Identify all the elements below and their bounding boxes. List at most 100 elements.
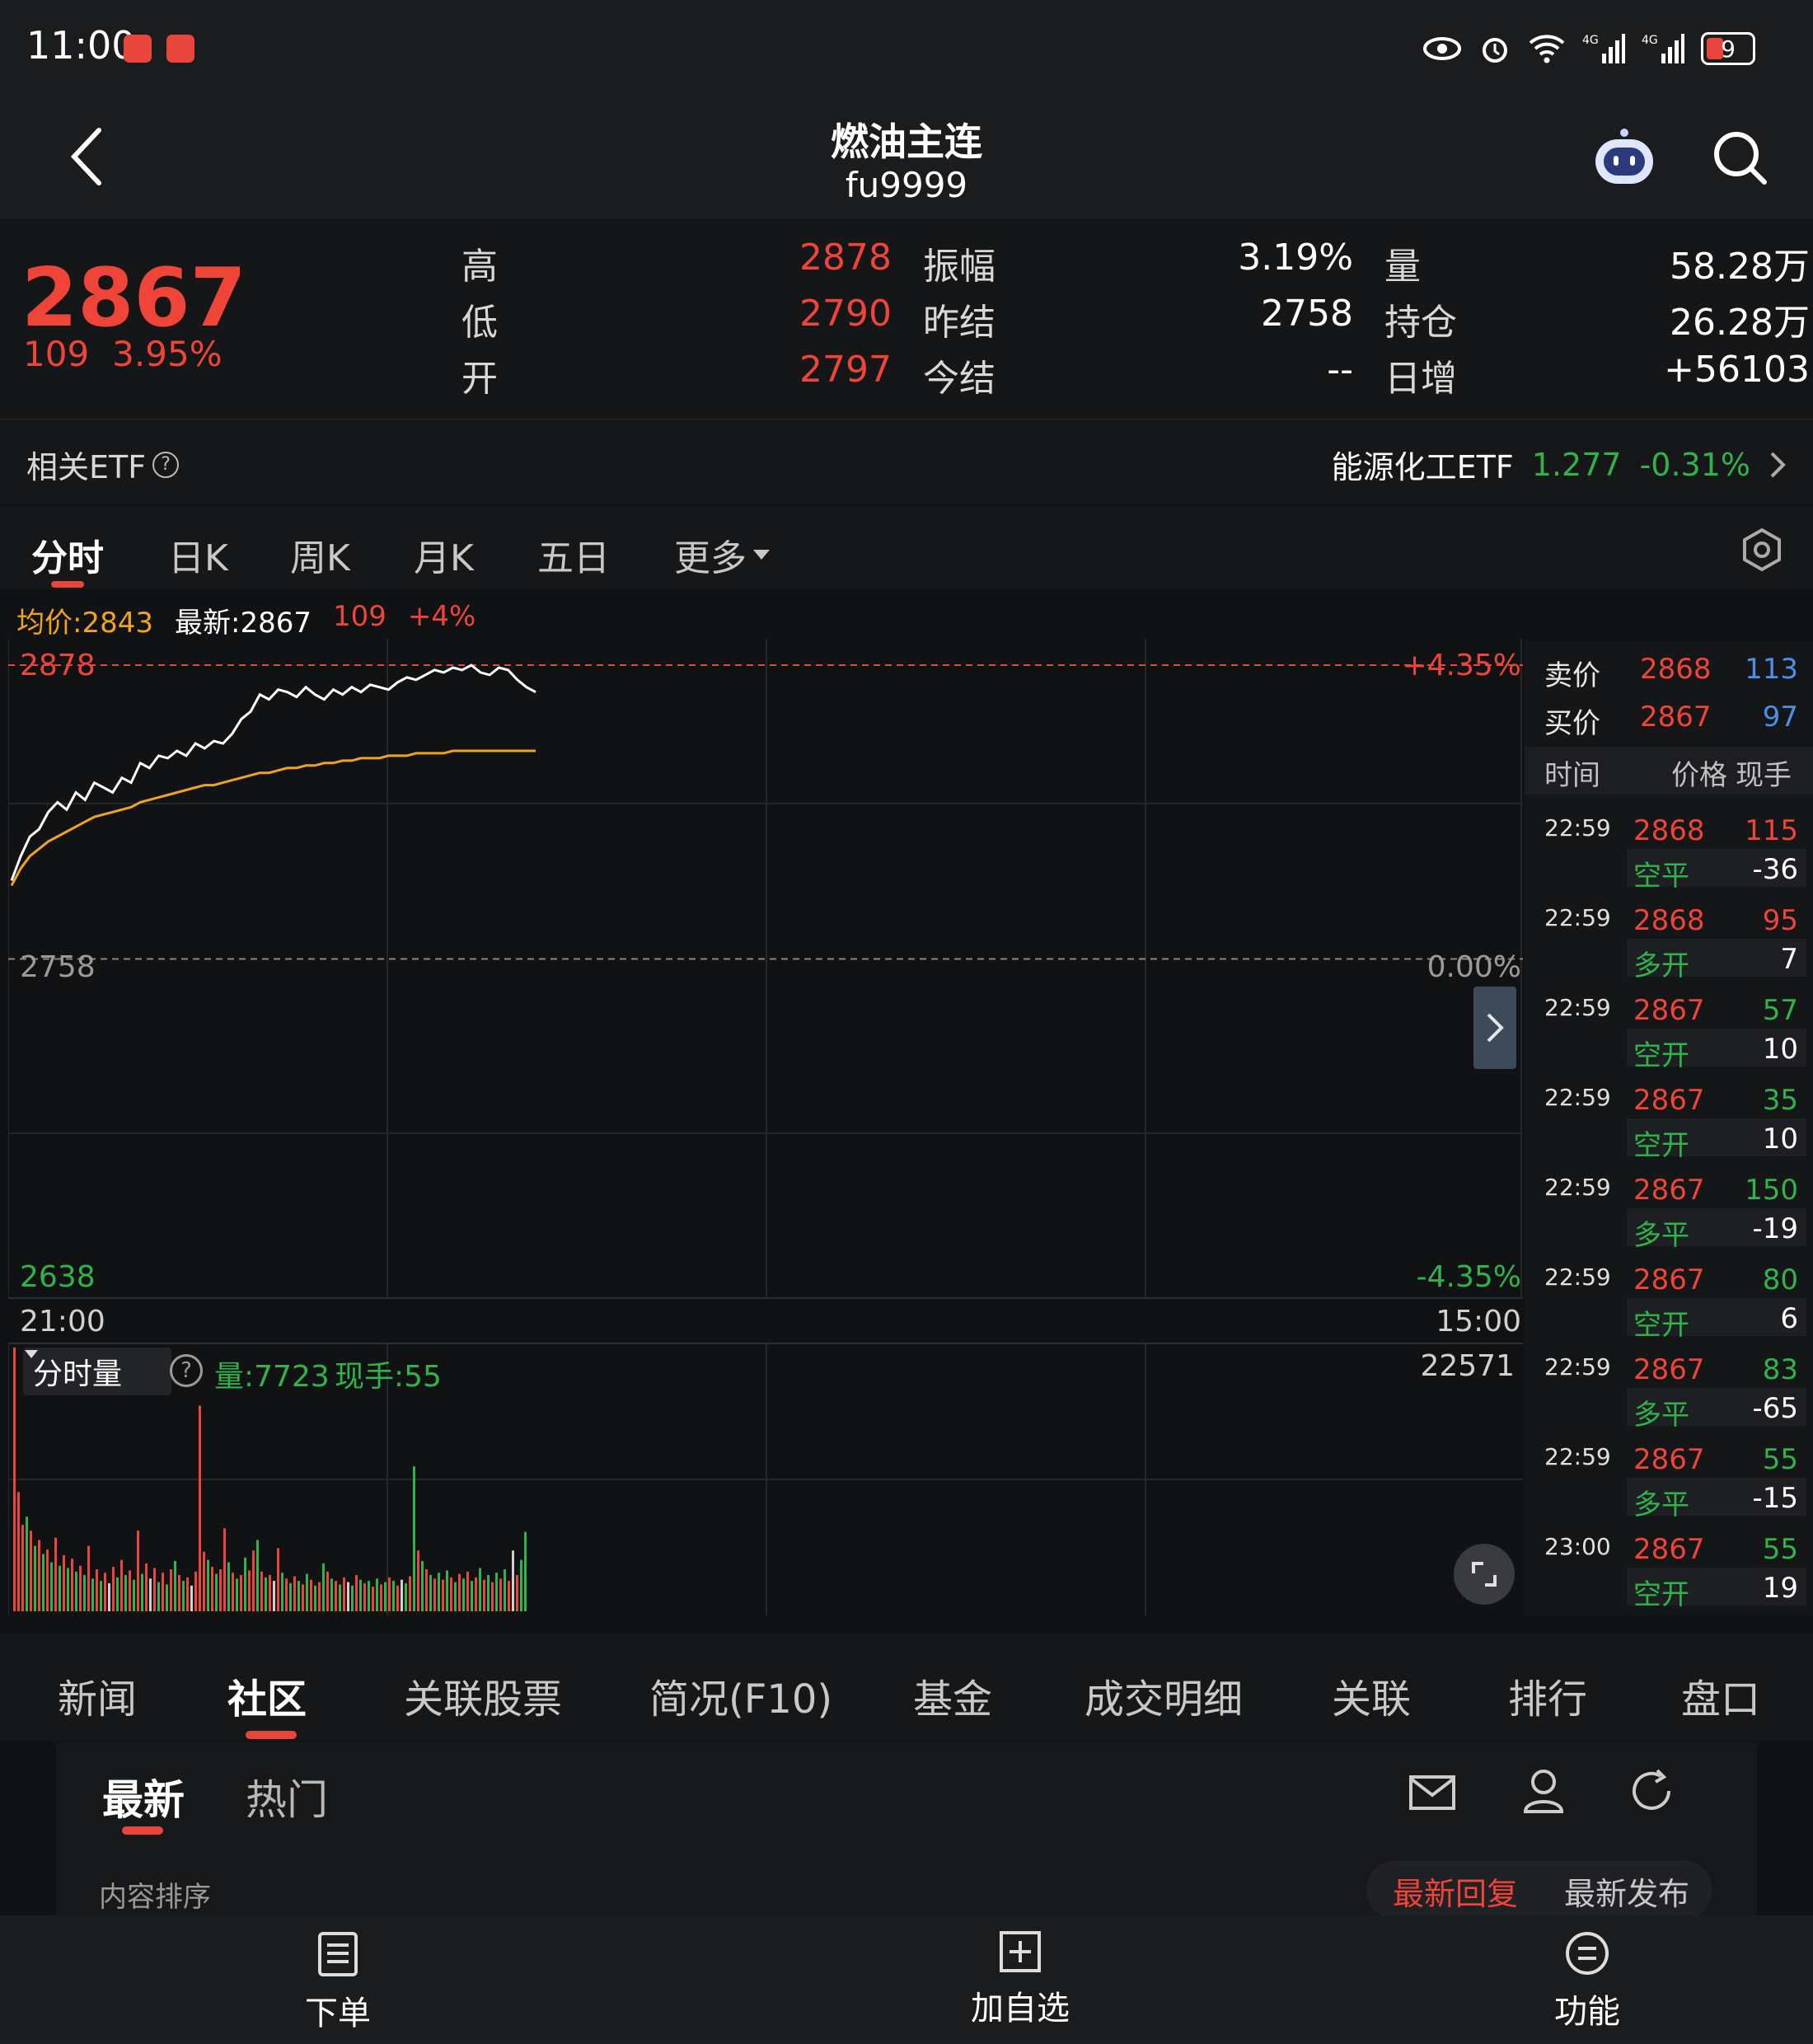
trade-type: 空平 (1633, 860, 1689, 893)
tab-daily-k[interactable]: 日K (168, 528, 228, 581)
tab-news[interactable]: 新闻 (58, 1667, 137, 1724)
trade-time: 22:59 (1544, 1443, 1611, 1470)
volume-bar (421, 1561, 424, 1611)
daily-increase-label: 日增 (1384, 358, 1457, 400)
trade-price: 2867 (1633, 1084, 1705, 1117)
tab-ranking[interactable]: 排行 (1508, 1667, 1587, 1724)
volume-bar (293, 1576, 296, 1611)
volume-bar (277, 1548, 279, 1611)
svg-text:4G: 4G (1582, 34, 1599, 47)
search-icon[interactable] (1710, 128, 1769, 187)
open-value: 2797 (799, 349, 892, 391)
function-button[interactable]: 功能 (1513, 1930, 1661, 2032)
trade-time: 22:59 (1544, 1084, 1611, 1111)
volume-bar (289, 1583, 292, 1611)
subtab-latest[interactable]: 最新 (102, 1767, 185, 1826)
volume-bar (269, 1575, 271, 1611)
volume-bar (446, 1570, 448, 1611)
volume-bar (244, 1557, 246, 1611)
tab-intraday[interactable]: 分时 (31, 528, 104, 581)
chevron-right-icon (1487, 1013, 1504, 1043)
sort-latest-reply[interactable]: 最新回复 (1393, 1868, 1518, 1914)
volume-bar (178, 1575, 180, 1611)
ai-assistant-icon[interactable] (1590, 128, 1658, 187)
trade-type: 多平 (1633, 1219, 1689, 1252)
refresh-icon[interactable] (1626, 1765, 1677, 1817)
volume-selector[interactable]: 分时量 (23, 1348, 171, 1395)
mail-icon[interactable] (1408, 1767, 1457, 1817)
tab-fund[interactable]: 基金 (913, 1667, 992, 1724)
trade-time: 22:59 (1544, 1174, 1611, 1201)
volume-bar (186, 1577, 189, 1611)
header: 燃油主连 fu9999 (0, 99, 1813, 218)
etf-name: 能源化工ETF (1331, 449, 1514, 485)
tab-profile[interactable]: 简况(F10) (649, 1667, 832, 1724)
chart-info: 均价:2843 最新:2867 109 +4% (16, 600, 476, 640)
help-icon[interactable]: ? (170, 1354, 203, 1387)
trade-delta: 10 (1762, 1033, 1798, 1066)
volume-bar (50, 1562, 53, 1611)
tab-monthly-k[interactable]: 月K (414, 528, 474, 581)
high-label: 高 (461, 246, 498, 288)
subtab-hot[interactable]: 热门 (246, 1767, 328, 1826)
volume-bar (520, 1559, 522, 1611)
volume-hand: 现手:55 (335, 1360, 442, 1394)
volume-bar (380, 1584, 382, 1611)
high-value: 2878 (799, 237, 892, 279)
trade-type: 多平 (1633, 1488, 1689, 1521)
volume-bar (450, 1577, 452, 1611)
trade-delta: 7 (1780, 943, 1798, 976)
volume-bar (384, 1582, 386, 1611)
order-label: 下单 (305, 1995, 371, 2032)
volume-bar (417, 1550, 419, 1611)
tab-order-book[interactable]: 盘口 (1681, 1667, 1760, 1724)
intraday-chart[interactable]: 2878 2758 2638 +4.35% 0.00% -4.35% 21:00… (8, 639, 1523, 1615)
change-value: 109 (23, 334, 90, 374)
settings-icon[interactable] (1739, 527, 1785, 573)
order-button[interactable]: 下单 (264, 1930, 412, 2034)
volume-bar (149, 1578, 152, 1611)
add-watchlist-button[interactable]: 加自选 (946, 1930, 1094, 2029)
trade-type: 空开 (1633, 1309, 1689, 1342)
volume-selector-label: 分时量 (33, 1357, 123, 1391)
trade-delta: -15 (1752, 1482, 1798, 1515)
trade-price: 2867 (1633, 1443, 1705, 1476)
trade-delta: 6 (1780, 1302, 1798, 1335)
volume-bar (524, 1531, 527, 1611)
trade-row: 22:59 2868 95 多开 7 (1534, 896, 1806, 986)
info-tabs: 新闻 社区 关联股票 简况(F10) 基金 成交明细 关联 排行 盘口 (0, 1634, 1813, 1741)
trade-price: 2867 (1633, 1174, 1705, 1207)
back-icon[interactable] (59, 124, 117, 190)
user-icon[interactable] (1519, 1765, 1568, 1815)
tab-weekly-k[interactable]: 周K (290, 528, 350, 581)
tab-related[interactable]: 关联 (1332, 1667, 1411, 1724)
fullscreen-button[interactable] (1454, 1544, 1515, 1605)
etf-quote[interactable]: 能源化工ETF 1.277 -0.31% (1332, 442, 1788, 487)
tab-trade-detail[interactable]: 成交明细 (1085, 1667, 1243, 1724)
trade-price: 2867 (1633, 994, 1705, 1027)
trade-hand: 115 (1745, 814, 1798, 847)
tab-related-stocks[interactable]: 关联股票 (404, 1667, 562, 1724)
price-change: 109 3.95% (23, 334, 223, 374)
tab-more-label: 更多 (674, 537, 747, 579)
bid-price: 2867 (1640, 701, 1712, 734)
expand-panel-button[interactable] (1473, 987, 1516, 1069)
trade-price: 2868 (1633, 904, 1705, 937)
volume-bar (471, 1581, 473, 1611)
volume-bar (508, 1581, 510, 1611)
add-icon (1000, 1931, 1041, 1972)
volume-bar (479, 1568, 481, 1611)
tab-five-day[interactable]: 五日 (537, 528, 610, 581)
volume-bar (330, 1578, 333, 1611)
tab-community[interactable]: 社区 (227, 1667, 307, 1724)
volume-bar (256, 1540, 259, 1611)
volume-bar (54, 1537, 57, 1611)
sort-latest-post[interactable]: 最新发布 (1564, 1868, 1689, 1914)
related-etf-row[interactable]: 相关ETF ? 能源化工ETF 1.277 -0.31% (0, 422, 1813, 504)
trade-row: 22:59 2867 57 空开 10 (1534, 986, 1806, 1076)
volume-bar (499, 1578, 502, 1611)
help-icon[interactable]: ? (152, 451, 180, 478)
tab-more[interactable]: 更多 (674, 528, 771, 581)
daily-increase-value: +56103 (1664, 349, 1810, 391)
bid-volume: 97 (1762, 701, 1798, 734)
